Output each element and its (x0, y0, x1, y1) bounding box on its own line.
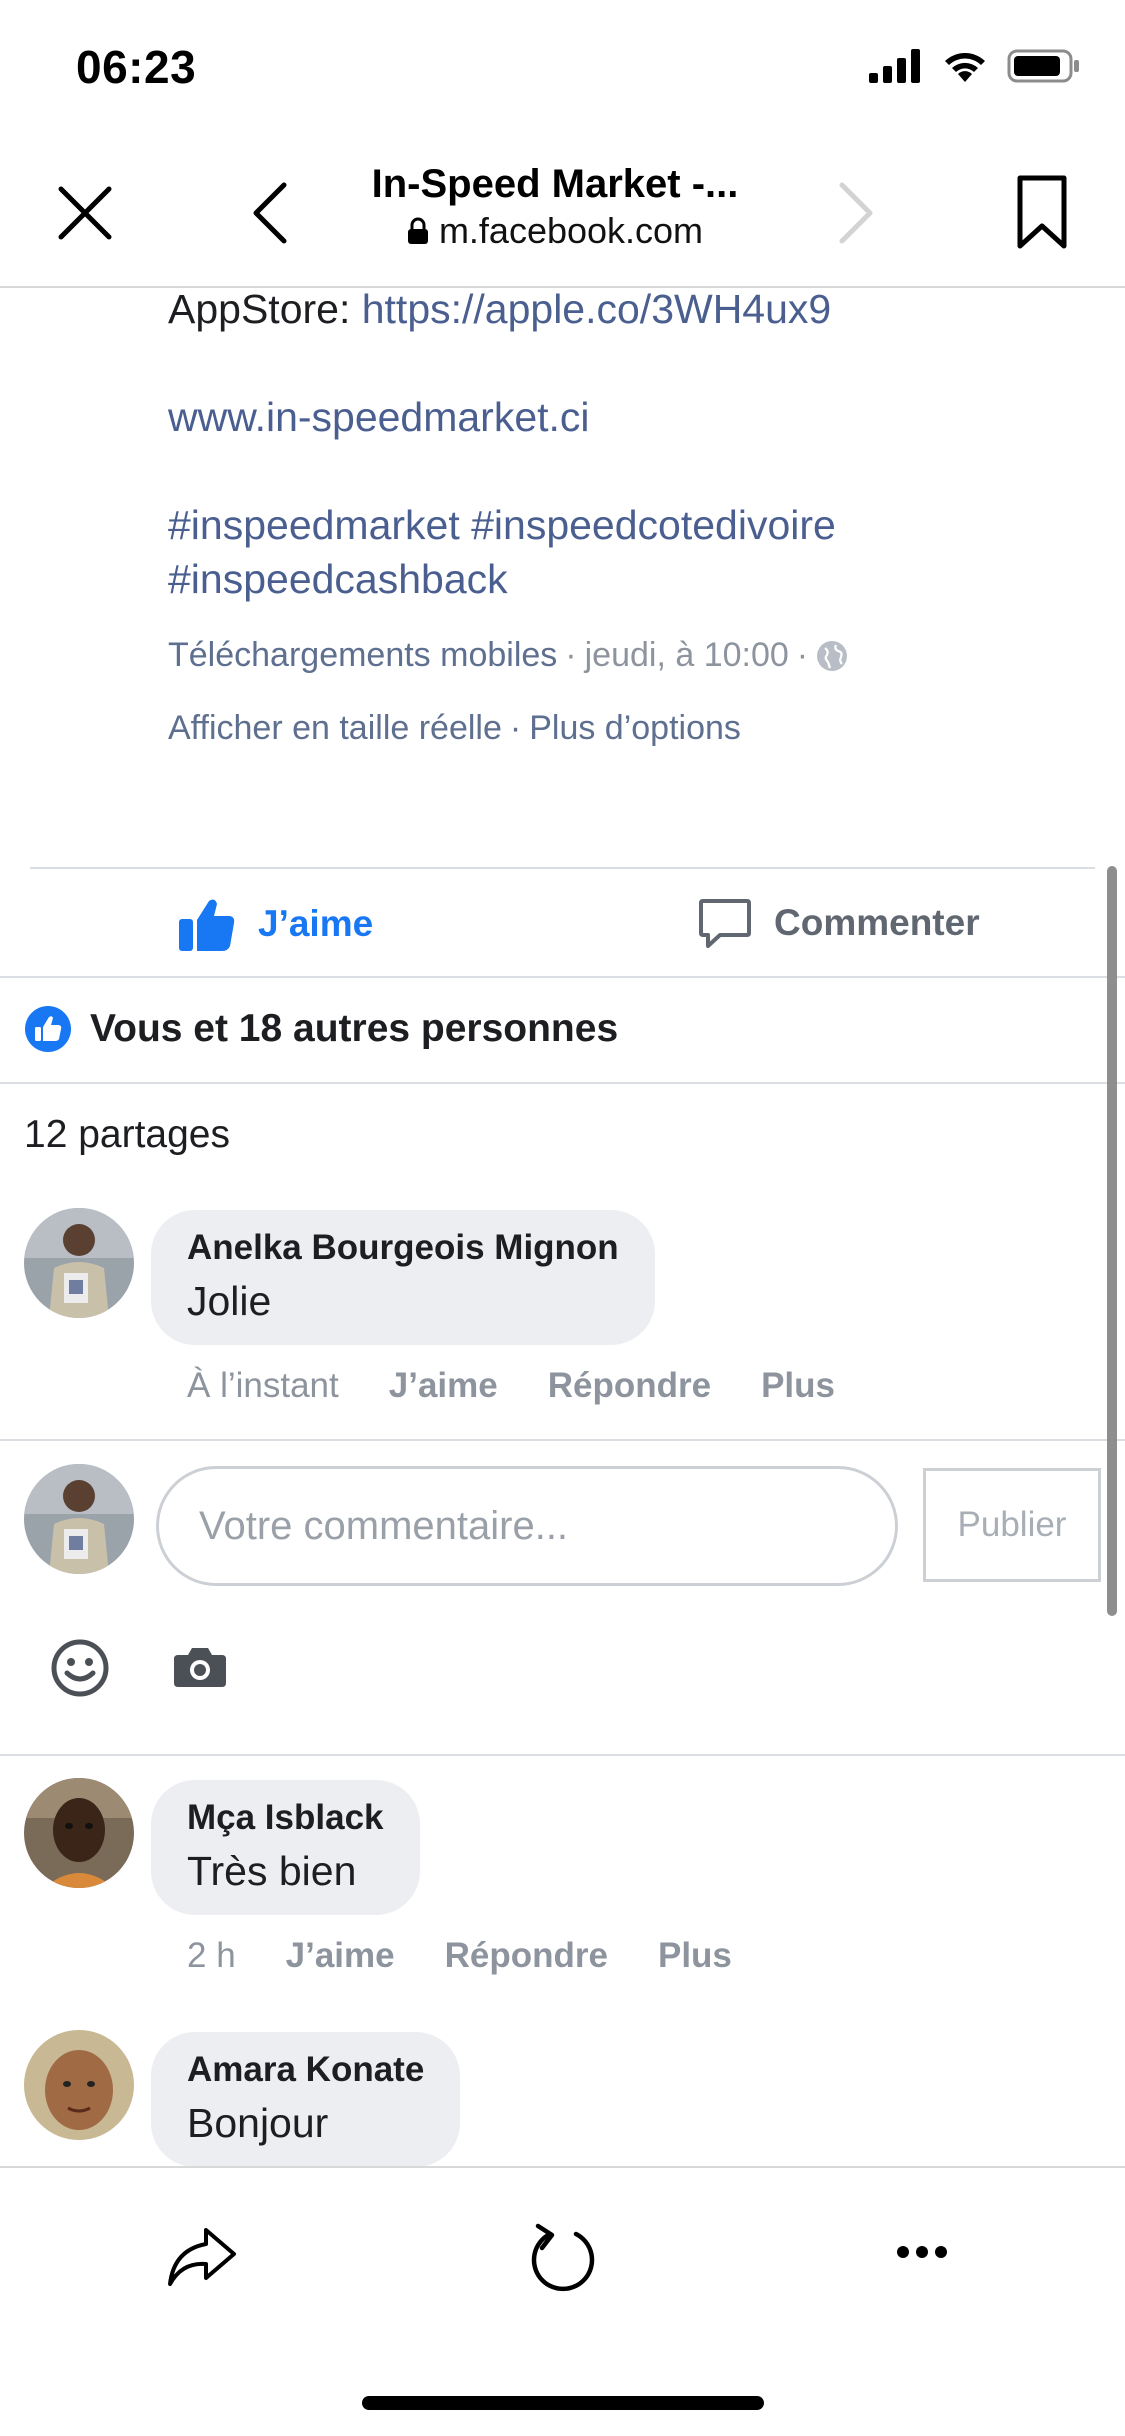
meta-separator: · (796, 636, 809, 674)
status-icons (869, 48, 1081, 84)
publish-button[interactable]: Publier (923, 1468, 1101, 1582)
like-label: J’aime (258, 903, 374, 944)
thumbs-up-icon (179, 899, 235, 951)
like-button[interactable]: J’aime (178, 896, 373, 952)
comment-button[interactable]: Commenter (698, 896, 980, 950)
composer-avatar (24, 1464, 134, 1574)
comment-actions: 2 h J’aime Répondre Plus (187, 1936, 732, 1976)
comment-time: 2 h (187, 1936, 236, 1975)
more-options-link[interactable]: Plus d’options (529, 709, 741, 748)
reload-icon (531, 2223, 595, 2292)
avatar[interactable] (24, 1208, 134, 1318)
post-options: Afficher en taille réelle · Plus d’optio… (168, 709, 741, 748)
share-arrow-icon (168, 2228, 236, 2286)
chevron-left-icon (253, 182, 287, 244)
comment-more-button[interactable]: Plus (658, 1936, 732, 1976)
camera-icon (174, 1648, 226, 1687)
avatar[interactable] (24, 1778, 134, 1888)
divider (0, 1754, 1125, 1756)
more-button[interactable] (890, 2232, 954, 2272)
comment-label: Commenter (774, 902, 980, 943)
back-button[interactable] (240, 178, 300, 248)
camera-button[interactable] (170, 1642, 230, 1692)
post-timestamp[interactable]: jeudi, à 10:00 (585, 636, 789, 675)
divider (30, 867, 1095, 869)
comment-icon (699, 899, 751, 948)
reload-button[interactable] (526, 2216, 600, 2296)
bookmark-icon (1017, 175, 1067, 249)
appstore-label: AppStore: (168, 286, 362, 332)
comment-text: Jolie (187, 1278, 272, 1324)
close-button[interactable] (50, 178, 120, 248)
comment-time: À l’instant (187, 1366, 339, 1405)
meta-separator: · (509, 709, 522, 747)
cellular-signal-icon (869, 49, 920, 83)
avatar-photo (24, 1778, 134, 1888)
smiley-icon (51, 1639, 109, 1697)
scrollbar[interactable] (1107, 866, 1117, 1616)
comment-text: Bonjour (187, 2100, 329, 2146)
shares-count[interactable]: 12 partages (24, 1113, 230, 1157)
divider (0, 1082, 1125, 1084)
avatar-photo (24, 1208, 134, 1318)
wifi-icon (945, 53, 985, 82)
comment-reply-button[interactable]: Répondre (548, 1366, 711, 1406)
url-bar[interactable]: m.facebook.com (330, 210, 780, 252)
avatar[interactable] (24, 2030, 134, 2140)
comment-author[interactable]: Mça Isblack (187, 1798, 384, 1838)
likes-text: Vous et 18 autres personnes (90, 1007, 619, 1050)
comment-author[interactable]: Amara Konate (187, 2050, 424, 2090)
appstore-link[interactable]: https://apple.co/3WH4ux9 (362, 286, 831, 332)
battery-icon (1007, 49, 1079, 83)
comment-like-button[interactable]: J’aime (389, 1366, 498, 1406)
more-dots-icon (897, 2246, 947, 2258)
post-appstore-line: AppStore: https://apple.co/3WH4ux9 (168, 282, 831, 336)
hashtags-line-1[interactable]: #inspeedmarket #inspeedcotedivoire (168, 498, 836, 552)
hashtags-line-2[interactable]: #inspeedcashback (168, 552, 508, 606)
comment-bubble: Amara Konate Bonjour (151, 2032, 461, 2167)
share-button[interactable] (164, 2218, 240, 2294)
status-bar: 06:23 (0, 0, 1125, 140)
url-text: m.facebook.com (438, 210, 704, 251)
page-title: In-Speed Market -... (371, 162, 739, 206)
like-reaction-icon (25, 1006, 71, 1052)
post-meta: Téléchargements mobiles · jeudi, à 10:00… (168, 636, 848, 675)
reactions-summary[interactable]: Vous et 18 autres personnes (24, 1005, 618, 1053)
lock-icon (407, 217, 428, 244)
status-time: 06:23 (76, 41, 197, 93)
home-indicator[interactable] (362, 2396, 764, 2410)
comment-like-button[interactable]: J’aime (286, 1936, 395, 1976)
divider (0, 976, 1125, 978)
comment-bubble: Mça Isblack Très bien (151, 1780, 420, 1915)
bookmark-button[interactable] (1010, 170, 1074, 254)
browser-header: In-Speed Market -... m.facebook.com (0, 140, 1125, 288)
close-icon (58, 186, 112, 240)
view-full-size-link[interactable]: Afficher en taille réelle (168, 709, 502, 748)
forward-button[interactable] (826, 178, 886, 248)
comment-author[interactable]: Anelka Bourgeois Mignon (187, 1228, 619, 1268)
comment-actions: À l’instant J’aime Répondre Plus (187, 1366, 835, 1406)
meta-separator: · (565, 636, 577, 674)
album-link[interactable]: Téléchargements mobiles (168, 636, 557, 675)
globe-icon (817, 640, 848, 671)
chevron-right-icon (839, 182, 873, 244)
avatar-photo (24, 1464, 134, 1574)
comment-input[interactable] (156, 1466, 898, 1586)
emoji-button[interactable] (50, 1638, 110, 1698)
website-link[interactable]: www.in-speedmarket.ci (168, 390, 590, 444)
comment-text: Très bien (187, 1848, 357, 1894)
comment-more-button[interactable]: Plus (761, 1366, 835, 1406)
comment-bubble: Anelka Bourgeois Mignon Jolie (151, 1210, 655, 1345)
divider (0, 1439, 1125, 1441)
comment-reply-button[interactable]: Répondre (445, 1936, 608, 1976)
avatar-photo (24, 2030, 134, 2140)
